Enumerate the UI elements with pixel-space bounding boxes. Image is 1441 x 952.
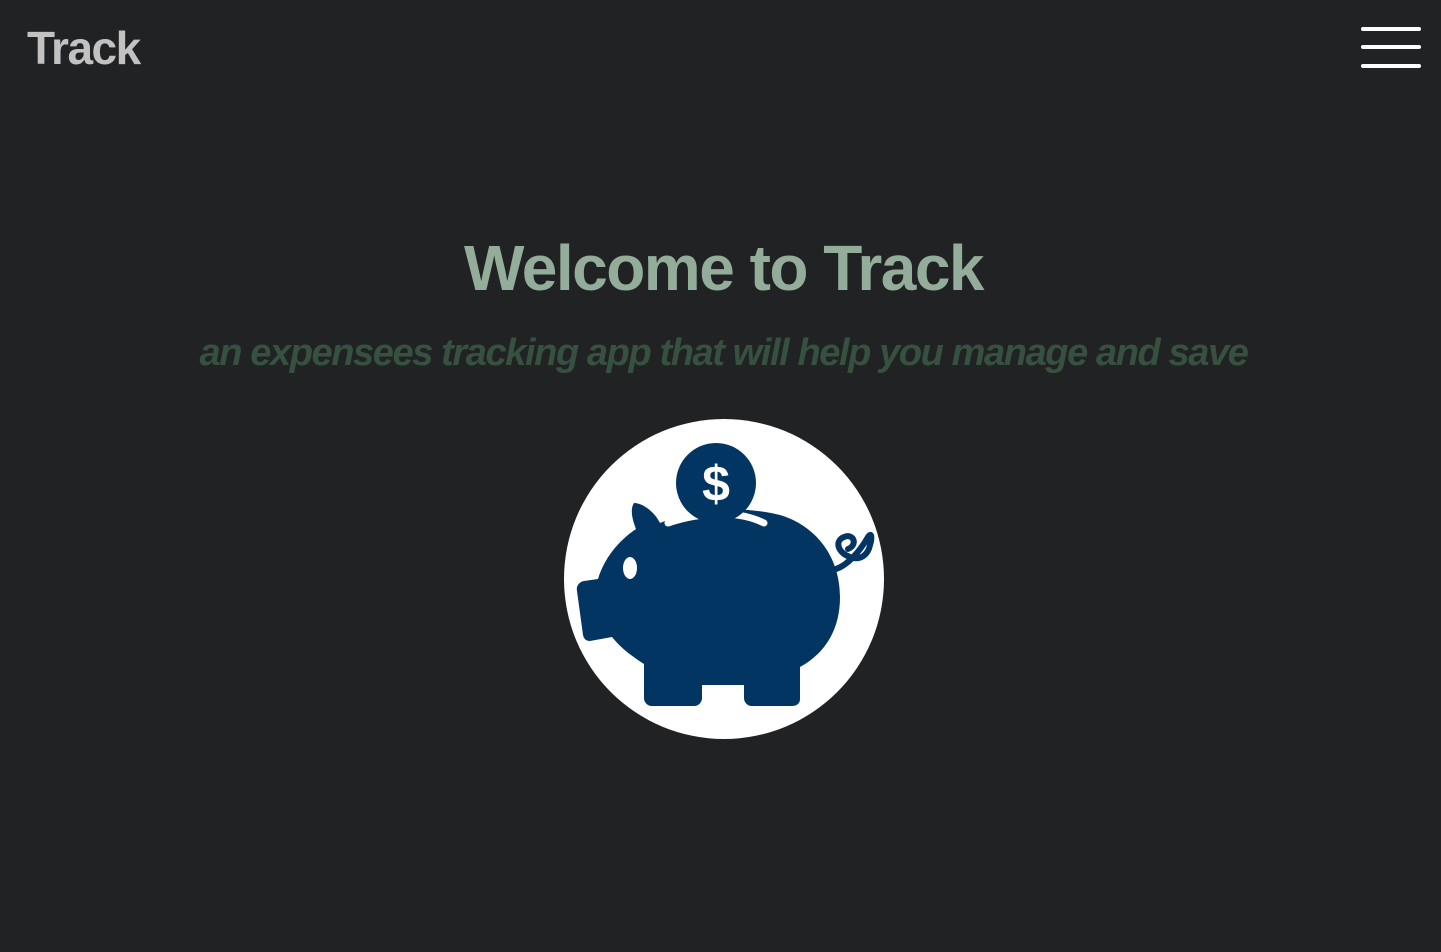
hero-section: Welcome to Track an expensees tracking a… — [0, 220, 1441, 378]
hero-title: Welcome to Track — [463, 232, 985, 304]
piggy-bank-icon: $ — [564, 419, 884, 739]
hero-subtitle: an expensees tracking app that will help… — [199, 332, 1249, 374]
piggy-bank-logo: $ — [564, 419, 884, 739]
hamburger-menu-button[interactable] — [1358, 27, 1424, 75]
coin-dollar-glyph: $ — [702, 456, 730, 512]
brand-link[interactable]: Track — [27, 20, 141, 76]
navbar: Track — [0, 0, 1441, 100]
